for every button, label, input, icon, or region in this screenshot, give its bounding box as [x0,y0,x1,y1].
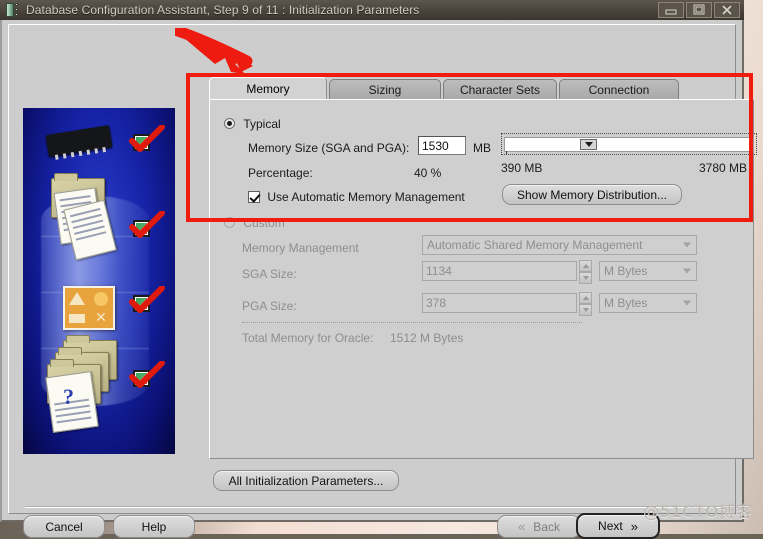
minimize-icon[interactable] [658,2,684,18]
window-title: Database Configuration Assistant, Step 9… [26,3,420,17]
sga-unit-select[interactable]: M Bytes [599,261,697,281]
percentage-label: Percentage: [248,166,313,180]
step-checkbox-1 [133,134,150,151]
tab-memory[interactable]: Memory [209,77,327,100]
help-button[interactable]: Help [113,515,195,538]
memory-tab-panel: Typical Memory Size (SGA and PGA): MB Pe… [209,99,757,459]
custom-separator [242,322,582,323]
tab-sizing[interactable]: Sizing [329,79,441,100]
tab-connection-mode[interactable]: Connection Mode [559,79,679,118]
tab-character-sets[interactable]: Character Sets [443,79,557,100]
slider-tick-max [751,151,752,155]
window-frame: ✕ ? Memory Sizing Character Sets Connect… [0,20,757,539]
chevron-double-left-icon: « [518,519,526,534]
sga-size-input[interactable] [422,261,577,281]
window-titlebar: Database Configuration Assistant, Step 9… [0,0,744,20]
chevron-down-icon [683,268,691,274]
slider-thumb[interactable] [580,139,597,150]
chevron-double-right-icon: » [630,518,638,534]
memory-size-slider[interactable] [501,133,757,155]
amm-checkbox[interactable]: Use Automatic Memory Management [248,190,465,204]
window-client-area: ✕ ? Memory Sizing Character Sets Connect… [8,24,757,539]
custom-radio-label: Custom [243,216,285,230]
cancel-label: Cancel [45,519,83,534]
chevron-down-icon [683,300,691,306]
chevron-down-icon [683,242,691,248]
custom-radio[interactable]: Custom [224,216,285,230]
memory-size-label: Memory Size (SGA and PGA): [248,141,410,155]
typical-radio-label: Typical [243,117,281,131]
footer-divider [25,506,723,508]
percentage-value: 40 % [414,166,442,180]
schema-objects-graphic: ✕ [63,286,115,330]
sga-spinner-up[interactable] [579,260,592,272]
step-checkbox-4 [133,370,150,387]
pga-size-spinner[interactable] [579,292,592,316]
back-button[interactable]: « Back [497,515,581,538]
tab-bar: Memory Sizing Character Sets Connection … [209,77,681,118]
tab-memory-label: Memory [246,82,290,96]
help-label: Help [141,519,167,534]
sga-spinner-down[interactable] [579,272,592,284]
memory-management-select[interactable]: Automatic Shared Memory Management [422,235,697,255]
watermark: @51CTO博客 [643,502,753,521]
dbca-window: Database Configuration Assistant, Step 9… [0,0,757,539]
pga-size-label: PGA Size: [242,299,297,313]
cancel-button[interactable]: Cancel [23,515,105,538]
side-illustration: ✕ ? [23,108,175,454]
all-initialization-parameters-label: All Initialization Parameters... [228,473,384,488]
maximize-icon[interactable] [686,2,712,18]
pga-unit-select[interactable]: M Bytes [599,293,697,313]
amm-checkbox-box[interactable] [248,191,260,203]
database-icon [6,3,20,17]
pga-spinner-down[interactable] [579,304,592,316]
tab-character-sets-label: Character Sets [459,83,541,97]
show-memory-distribution-label: Show Memory Distribution... [516,187,668,202]
amm-checkbox-label: Use Automatic Memory Management [267,190,465,204]
typical-radio-button[interactable] [224,118,235,129]
memory-size-unit: MB [473,141,491,155]
back-label: Back [533,519,560,534]
typical-radio[interactable]: Typical [224,117,281,131]
all-initialization-parameters-button[interactable]: All Initialization Parameters... [213,470,399,491]
total-memory-label: Total Memory for Oracle: [242,331,374,345]
chip-graphic [45,125,113,160]
pga-spinner-up[interactable] [579,292,592,304]
next-label: Next [598,519,623,533]
pga-size-input[interactable] [422,293,577,313]
total-memory-value: 1512 M Bytes [390,331,464,345]
pga-unit-value: M Bytes [604,296,648,310]
slider-tick-min [506,151,507,155]
sga-size-label: SGA Size: [242,267,297,281]
window-controls [658,2,740,18]
slider-min-label: 390 MB [501,161,543,175]
tab-sizing-label: Sizing [368,83,402,97]
step-checkbox-2 [133,220,150,237]
memory-management-label: Memory Management [242,241,359,255]
slider-track[interactable] [504,137,754,152]
memory-size-input[interactable] [418,136,466,155]
memory-management-value: Automatic Shared Memory Management [427,238,643,252]
step-checkbox-3 [133,295,150,312]
custom-radio-button[interactable] [224,217,235,228]
close-icon[interactable] [714,2,740,18]
sga-size-spinner[interactable] [579,260,592,284]
show-memory-distribution-button[interactable]: Show Memory Distribution... [502,184,682,205]
sga-unit-value: M Bytes [604,264,648,278]
slider-max-label: 3780 MB [699,161,748,175]
